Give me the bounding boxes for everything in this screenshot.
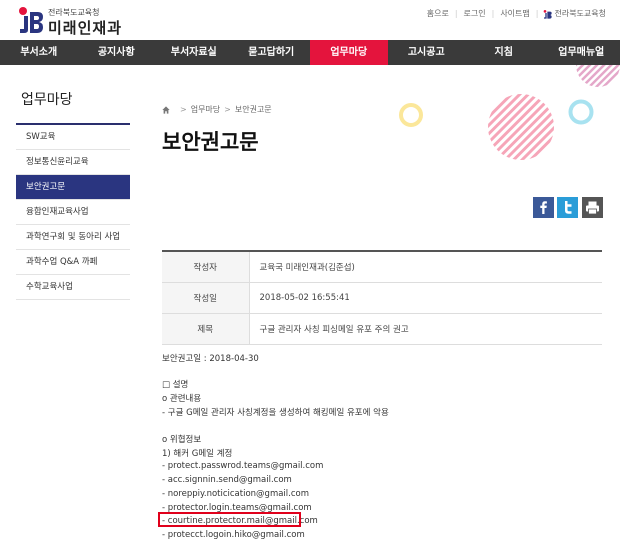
sidebar-item-sw[interactable]: SW교육 <box>16 125 130 150</box>
date-label: 작성일 <box>162 282 250 314</box>
office-logo-link[interactable]: 전라북도교육청 <box>542 8 606 19</box>
twitter-share-button[interactable] <box>557 197 578 218</box>
page: 전라북도교육청 미래인재과 홈으로 | 로그인 | 사이트맵 | 전라북도교육청… <box>0 0 620 539</box>
home-icon[interactable] <box>162 105 170 114</box>
sidebar-title: 업무마당 <box>16 65 130 125</box>
facebook-share-button[interactable] <box>533 197 554 218</box>
subject-label: 제목 <box>162 313 250 345</box>
chevron-right-icon: > <box>180 105 187 114</box>
subject-value: 구글 관리자 사칭 피싱메일 유포 주의 권고 <box>249 313 602 345</box>
login-link[interactable]: 로그인 <box>458 8 492 19</box>
body-line-section: □ 설명 <box>162 380 189 390</box>
nav-item-dept[interactable]: 부서소개 <box>0 40 78 65</box>
sidebar-item-security[interactable]: 보안권고문 <box>16 175 130 200</box>
sidebar-item-science-club[interactable]: 과학연구회 및 동아리 사업 <box>16 225 130 250</box>
sidebar-item-science-qna[interactable]: 과학수업 Q&A 까페 <box>16 250 130 275</box>
sitemap-link[interactable]: 사이트맵 <box>494 8 535 19</box>
decor-ring-blue <box>568 99 594 125</box>
page-title: 보안권고문 <box>162 130 259 154</box>
breadcrumb-current: 보안권고문 <box>234 105 272 114</box>
facebook-icon <box>540 201 547 214</box>
table-row: 작성일 2018-05-02 16:55:41 <box>162 282 602 314</box>
sidebar-item-ethics[interactable]: 정보통신윤리교육 <box>16 150 130 175</box>
list-item: - acc.signnin.send@gmail.com <box>162 475 292 485</box>
separator: | <box>535 9 539 18</box>
nav-item-guide[interactable]: 지침 <box>465 40 543 65</box>
list-item: - protecct.logoin.hiko@gmail.com <box>162 530 305 539</box>
author-value: 교육국 미래인재과(김준섭) <box>249 251 602 283</box>
breadcrumb-item[interactable]: 업무마당 <box>191 104 220 115</box>
decor-ring-yellow <box>399 103 423 127</box>
nav-item-notice[interactable]: 공지사항 <box>78 40 156 65</box>
home-link[interactable]: 홈으로 <box>421 8 455 19</box>
utility-links: 홈으로 | 로그인 | 사이트맵 | 전라북도교육청 <box>421 8 606 19</box>
body-line-accounts-heading: 1) 해커 G메일 계정 <box>162 449 233 459</box>
table-row: 제목 구글 관리자 사칭 피싱메일 유포 주의 권고 <box>162 313 602 345</box>
highlight-box <box>158 512 301 527</box>
list-item: - protect.passwrod.teams@gmail.com <box>162 461 324 471</box>
office-logo-text: 전라북도교육청 <box>554 9 606 18</box>
post-info-table: 작성자 교육국 미래인재과(김준섭) 작성일 2018-05-02 16:55:… <box>162 250 602 345</box>
breadcrumb: > 업무마당 > 보안권고문 <box>162 104 272 115</box>
nav-item-manual[interactable]: 업무매뉴얼 <box>543 40 620 65</box>
body-line-detail: - 구글 G메일 관리자 사칭계정을 생성하여 해킹메일 유포에 악용 <box>162 408 389 418</box>
nav-item-announce[interactable]: 고시공고 <box>388 40 466 65</box>
twitter-icon <box>565 201 572 214</box>
author-label: 작성자 <box>162 251 250 283</box>
main-nav: 부서소개 공지사항 부서자료실 묻고답하기 업무마당 고시공고 지침 업무매뉴얼 <box>0 40 620 65</box>
office-logo-icon <box>544 9 553 19</box>
body-line-date: 보안권고일 : 2018-04-30 <box>162 354 259 364</box>
body-line-related: o 관련내용 <box>162 394 202 404</box>
nav-item-archive[interactable]: 부서자료실 <box>155 40 233 65</box>
sidebar-item-math[interactable]: 수학교육사업 <box>16 275 130 300</box>
sidebar-item-steam[interactable]: 융합인재교육사업 <box>16 200 130 225</box>
nav-item-work[interactable]: 업무마당 <box>310 40 388 65</box>
print-icon <box>586 201 599 215</box>
logo-mark-icon <box>19 7 43 33</box>
decor-striped-circle-top <box>576 65 620 87</box>
chevron-right-icon: > <box>224 105 231 114</box>
nav-item-qna[interactable]: 묻고답하기 <box>233 40 311 65</box>
print-button[interactable] <box>582 197 603 218</box>
table-row: 작성자 교육국 미래인재과(김준섭) <box>162 251 602 283</box>
site-logo[interactable]: 전라북도교육청 미래인재과 <box>14 4 144 37</box>
decor-striped-circle <box>488 94 554 160</box>
header: 전라북도교육청 미래인재과 홈으로 | 로그인 | 사이트맵 | 전라북도교육청 <box>0 0 620 40</box>
date-value: 2018-05-02 16:55:41 <box>249 282 602 314</box>
body-line-threat: o 위협정보 <box>162 435 202 445</box>
list-item: - noreppiy.noticication@gmail.com <box>162 489 310 499</box>
logo-title: 미래인재과 <box>48 19 123 37</box>
sidebar: 업무마당 SW교육 정보통신윤리교육 보안권고문 융합인재교육사업 과학연구회 … <box>16 65 130 300</box>
